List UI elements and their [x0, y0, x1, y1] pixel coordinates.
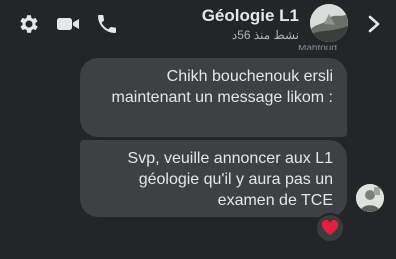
sender-avatar-image	[356, 184, 384, 212]
active-status: نشط منذ 56د	[231, 28, 299, 42]
sender-name-label: Mahfoud	[298, 45, 337, 50]
sender-avatar[interactable]	[356, 184, 384, 212]
gear-icon[interactable]	[17, 12, 41, 36]
message-bubble[interactable]: Svp, veuille annoncer aux L1 géologie qu…	[80, 140, 347, 217]
group-avatar-image	[310, 4, 348, 42]
heart-icon	[321, 220, 339, 236]
heart-reaction[interactable]	[315, 213, 345, 243]
chevron-right-icon[interactable]	[364, 12, 384, 36]
chat-header: Géologie L1 نشط منذ 56د	[0, 0, 396, 46]
conversation-title[interactable]: Géologie L1	[202, 6, 299, 26]
phone-icon[interactable]	[95, 12, 119, 36]
video-camera-icon[interactable]	[56, 12, 80, 36]
group-avatar[interactable]	[310, 4, 348, 42]
message-bubble[interactable]: Chikh bouchenouk ersli maintenant un mes…	[80, 58, 347, 137]
